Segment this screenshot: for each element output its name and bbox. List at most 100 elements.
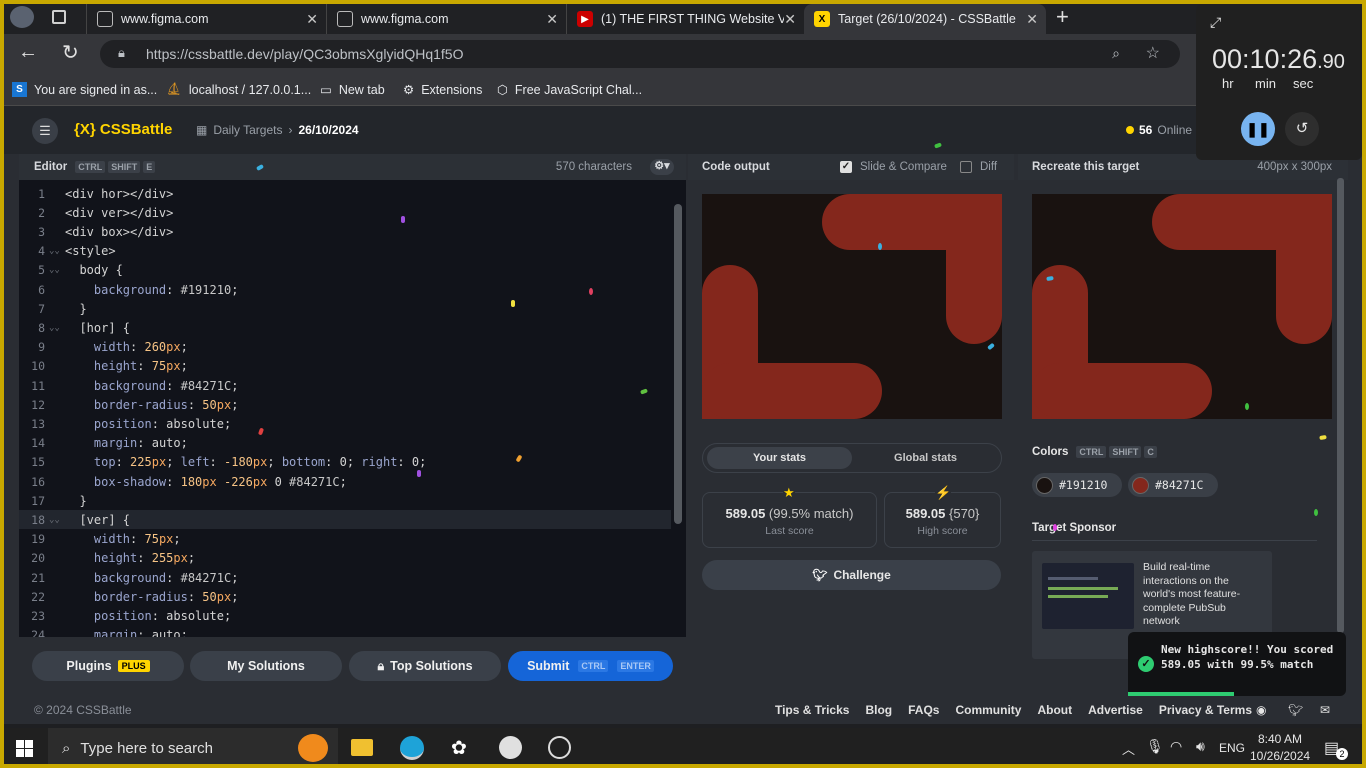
code-line[interactable]: 15 top: 225px; left: -180px; bottom: 0; … [19, 453, 671, 472]
target-scrollbar[interactable] [1337, 178, 1344, 633]
new-tab-icon[interactable]: + [1056, 4, 1069, 30]
obs-icon[interactable] [548, 736, 571, 759]
footer-link[interactable]: Community [955, 703, 1021, 717]
code-line[interactable]: 2 <div ver></div> [19, 203, 671, 222]
language-indicator[interactable]: ENG [1219, 741, 1245, 755]
mail-icon[interactable]: ✉ [1320, 703, 1330, 717]
tab-global-stats[interactable]: Global stats [853, 447, 998, 469]
code-line[interactable]: 12 border-radius: 50px; [19, 395, 671, 414]
close-tab-icon[interactable]: ✕ [1026, 11, 1038, 28]
code-line[interactable]: 5 ⌄⌄ body { [19, 261, 671, 280]
footer-link[interactable]: About [1037, 703, 1072, 717]
code-line[interactable]: 14 margin: auto; [19, 434, 671, 453]
discord-icon[interactable]: ◉ [1256, 703, 1266, 717]
fold-icon[interactable]: ⌄⌄ [45, 265, 65, 275]
expand-icon[interactable]: ⤢ [1210, 14, 1221, 31]
edge-icon[interactable] [400, 736, 424, 760]
clock-date[interactable]: 10/26/2024 [1250, 749, 1310, 763]
bookmark-new-tab[interactable]: ▭ New tab [320, 82, 385, 98]
code-line[interactable]: 18 ⌄⌄ [ver] { [19, 510, 671, 530]
code-line[interactable]: 1 <div hor></div> [19, 184, 671, 203]
code-line[interactable]: 4 ⌄⌄ <style> [19, 242, 671, 261]
bookmark-js-challenge[interactable]: ⬡ Free JavaScript Chal... [497, 82, 642, 98]
tab-actions-icon[interactable] [52, 10, 66, 24]
footer-link[interactable]: Advertise [1088, 703, 1143, 717]
reset-button[interactable]: ↺ [1285, 112, 1319, 146]
code-line[interactable]: 21 background: #84271C; [19, 568, 671, 587]
tab-your-stats[interactable]: Your stats [707, 447, 852, 469]
code-line[interactable]: 6 background: #191210; [19, 280, 671, 299]
close-tab-icon[interactable]: ✕ [306, 11, 318, 28]
code-line[interactable]: 3 <div box></div> [19, 222, 671, 241]
code-line[interactable]: 19 width: 75px; [19, 530, 671, 549]
bookmark-star-icon[interactable]: ☆ [1146, 43, 1160, 63]
volume-icon[interactable]: 🔊︎ [1196, 738, 1205, 755]
url-text[interactable]: https://cssbattle.dev/play/QC3obmsXglyid… [146, 46, 463, 62]
footer-link[interactable]: Tips & Tricks [775, 703, 849, 717]
code-line[interactable]: 10 height: 75px; [19, 357, 671, 376]
close-tab-icon[interactable]: ✕ [784, 11, 796, 28]
code-line[interactable]: 16 box-shadow: 180px -226px 0 #84271C; [19, 472, 671, 491]
address-bar[interactable]: 🔒︎ https://cssbattle.dev/play/QC3obmsXgl… [100, 40, 1180, 68]
windows-start-icon[interactable] [16, 740, 33, 757]
profile-avatar[interactable] [10, 6, 34, 28]
top-solutions-button[interactable]: 🔒︎ Top Solutions [349, 651, 501, 681]
bookmark-extensions[interactable]: ⚙︎ Extensions [403, 82, 482, 98]
site-info-icon[interactable]: 🔒︎ [118, 45, 125, 61]
back-icon[interactable]: ← [18, 41, 38, 64]
code-output-canvas[interactable] [702, 194, 1002, 419]
taskbar-search[interactable]: ⌕ Type here to search [48, 728, 338, 768]
close-tab-icon[interactable]: ✕ [546, 11, 558, 28]
code-line[interactable]: 20 height: 255px; [19, 549, 671, 568]
tab-cssbattle[interactable]: X Target (26/10/2024) - CSSBattle ✕ [804, 4, 1046, 34]
code-editor[interactable]: 1 <div hor></div> 2 <div ver></div> 3 <div bo… [19, 180, 686, 637]
mic-icon[interactable]: 🎙︎ [1146, 738, 1164, 755]
menu-button[interactable]: ☰ [32, 118, 58, 144]
editor-scrollbar[interactable] [674, 204, 682, 524]
code-line[interactable]: 7 } [19, 299, 671, 318]
clock-time[interactable]: 8:40 AM [1258, 732, 1302, 746]
footer-link[interactable]: Privacy & Terms [1159, 703, 1252, 717]
color-chip[interactable]: #191210 [1032, 473, 1122, 497]
code-line[interactable]: 8 ⌄⌄ [hor] { [19, 318, 671, 337]
code-line[interactable]: 13 position: absolute; [19, 414, 671, 433]
crumb-daily-targets[interactable]: Daily Targets [213, 123, 282, 137]
fold-icon[interactable]: ⌄⌄ [45, 515, 65, 525]
chevron-up-icon[interactable]: ︿ [1122, 739, 1135, 758]
clock-app-icon[interactable] [499, 736, 522, 759]
bolt-icon: ⚡ [935, 485, 952, 501]
bookmark-signed-in[interactable]: S You are signed in as... [12, 82, 157, 97]
code-line[interactable]: 24 margin: auto; [19, 626, 671, 637]
target-image[interactable] [1032, 194, 1332, 419]
tab-figma-2[interactable]: www.figma.com ✕ [326, 4, 566, 34]
code-line[interactable]: 9 width: 260px; [19, 338, 671, 357]
zoom-icon[interactable]: ⌕ [1112, 45, 1120, 62]
color-chip[interactable]: #84271C [1128, 473, 1218, 497]
slide-checkbox[interactable]: ✓ [840, 161, 852, 173]
code-line[interactable]: 22 border-radius: 50px; [19, 587, 671, 606]
file-explorer-icon[interactable] [351, 739, 373, 756]
code-line[interactable]: 11 background: #84271C; [19, 376, 671, 395]
fold-icon[interactable]: ⌄⌄ [45, 246, 65, 256]
my-solutions-button[interactable]: My Solutions [190, 651, 342, 681]
twitter-icon[interactable]: 🐦︎ [1288, 703, 1303, 717]
footer-link[interactable]: Blog [865, 703, 892, 717]
bookmark-localhost[interactable]: ⛵︎ localhost / 127.0.0.1... [166, 82, 311, 97]
editor-title: Editor [34, 161, 68, 173]
pause-button[interactable]: ❚❚ [1241, 112, 1275, 146]
diff-checkbox[interactable] [960, 161, 972, 173]
code-line[interactable]: 23 position: absolute; [19, 606, 671, 625]
code-line[interactable]: 17 } [19, 491, 671, 510]
settings-icon[interactable]: ⚙︎▾ [650, 159, 674, 175]
plugins-button[interactable]: Plugins PLUS [32, 651, 184, 681]
chatgpt-icon[interactable]: ✿ [451, 737, 467, 760]
tab-figma-1[interactable]: www.figma.com ✕ [86, 4, 326, 34]
reload-icon[interactable]: ↻ [62, 40, 79, 65]
logo[interactable]: {X} CSSBattle [74, 121, 172, 138]
tab-youtube[interactable]: ▶ (1) THE FIRST THING Website Visi ✕ [566, 4, 804, 34]
challenge-button[interactable]: 🐦︎ Challenge [702, 560, 1001, 590]
footer-link[interactable]: FAQs [908, 703, 939, 717]
submit-button[interactable]: Submit CTRL ENTER [508, 651, 673, 681]
wifi-icon[interactable]: ◠ [1170, 738, 1182, 755]
fold-icon[interactable]: ⌄⌄ [45, 323, 65, 333]
